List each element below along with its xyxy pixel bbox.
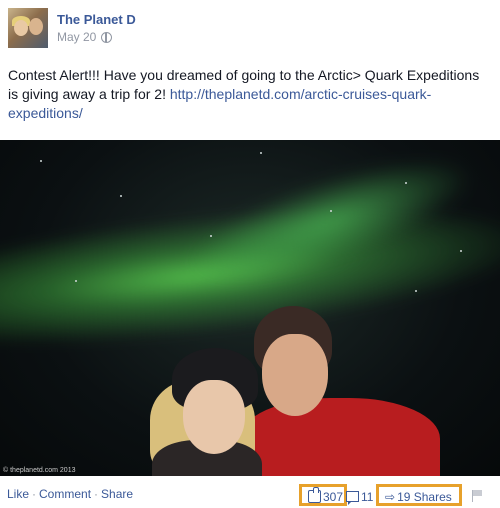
post-date: May 20 xyxy=(57,30,113,44)
shares-count: 19 Shares xyxy=(397,490,452,504)
page-name-link[interactable]: The Planet D xyxy=(57,12,136,27)
post-photo[interactable]: © theplanetd.com 2013 xyxy=(0,140,500,476)
post-text: Contest Alert!!! Have you dreamed of goi… xyxy=(8,66,492,123)
comment-bubble-icon xyxy=(346,491,359,505)
thumbs-up-icon xyxy=(308,487,321,503)
likes-count: 307 xyxy=(323,490,344,504)
post-date-link[interactable]: May 20 xyxy=(57,30,96,44)
action-bar: Like · Comment · Share 307 11 ⇨ 19 Shares xyxy=(0,478,500,508)
post-header: The Planet D May 20 xyxy=(8,8,488,50)
likes-count-box[interactable]: 307 xyxy=(299,484,347,506)
globe-icon xyxy=(101,32,113,43)
comments-count: 11 xyxy=(361,490,374,504)
separator: · xyxy=(94,487,99,501)
separator: · xyxy=(32,487,37,501)
photo-watermark: © theplanetd.com 2013 xyxy=(3,467,76,474)
comments-count-box[interactable]: 11 xyxy=(344,484,380,506)
share-link[interactable]: Share xyxy=(101,487,133,501)
share-arrow-icon: ⇨ xyxy=(385,490,396,504)
shares-count-box[interactable]: ⇨ 19 Shares xyxy=(376,484,462,506)
post-actions: Like · Comment · Share xyxy=(7,487,133,501)
flag-icon[interactable] xyxy=(472,490,482,502)
like-link[interactable]: Like xyxy=(7,487,29,501)
page-avatar[interactable] xyxy=(8,8,48,48)
comment-link[interactable]: Comment xyxy=(39,487,91,501)
